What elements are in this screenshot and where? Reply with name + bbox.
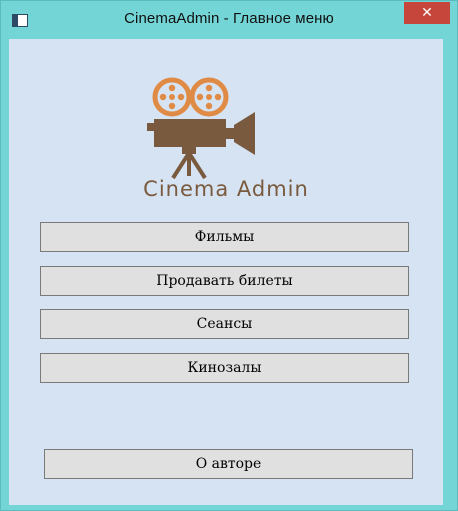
window-title: CinemaAdmin - Главное меню [124, 10, 334, 27]
about-author-button[interactable]: О авторе [44, 449, 413, 479]
film-reel-left-icon [152, 77, 192, 117]
brand-name: Cinema Admin [143, 177, 309, 201]
films-button[interactable]: Фильмы [40, 222, 409, 252]
main-menu-panel: Cinema Admin Фильмы Продавать билеты Сеа… [9, 39, 443, 505]
close-button[interactable]: ✕ [404, 2, 450, 24]
main-window: CinemaAdmin - Главное меню ✕ Cinema Admi… [0, 0, 458, 511]
sell-tickets-button[interactable]: Продавать билеты [40, 266, 409, 296]
title-bar[interactable]: CinemaAdmin - Главное меню ✕ [1, 1, 457, 39]
film-reel-right-icon [189, 77, 229, 117]
sessions-button[interactable]: Сеансы [40, 309, 409, 339]
halls-button[interactable]: Кинозалы [40, 353, 409, 383]
